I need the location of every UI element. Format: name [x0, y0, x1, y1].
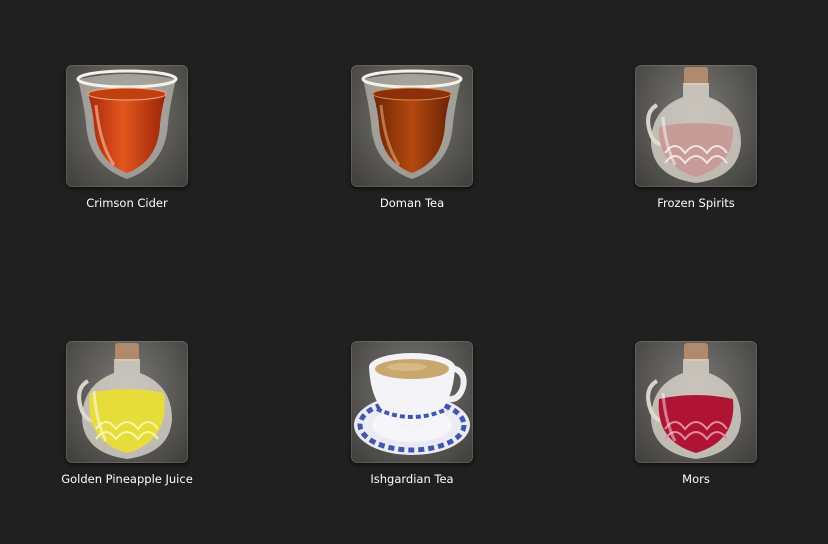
item-label: Golden Pineapple Juice — [61, 472, 193, 486]
mors-carafe-icon — [635, 341, 757, 463]
teacup-saucer-icon — [351, 341, 473, 463]
cider-cup-icon — [66, 65, 188, 187]
item-label: Ishgardian Tea — [370, 472, 454, 486]
item-label: Doman Tea — [379, 196, 445, 210]
juice-carafe-icon — [66, 341, 188, 463]
item-label: Crimson Cider — [86, 196, 168, 210]
spirits-carafe-icon — [635, 65, 757, 187]
item-label: Mors — [682, 472, 710, 486]
item-label: Frozen Spirits — [657, 196, 735, 210]
tea-glass-icon — [351, 65, 473, 187]
